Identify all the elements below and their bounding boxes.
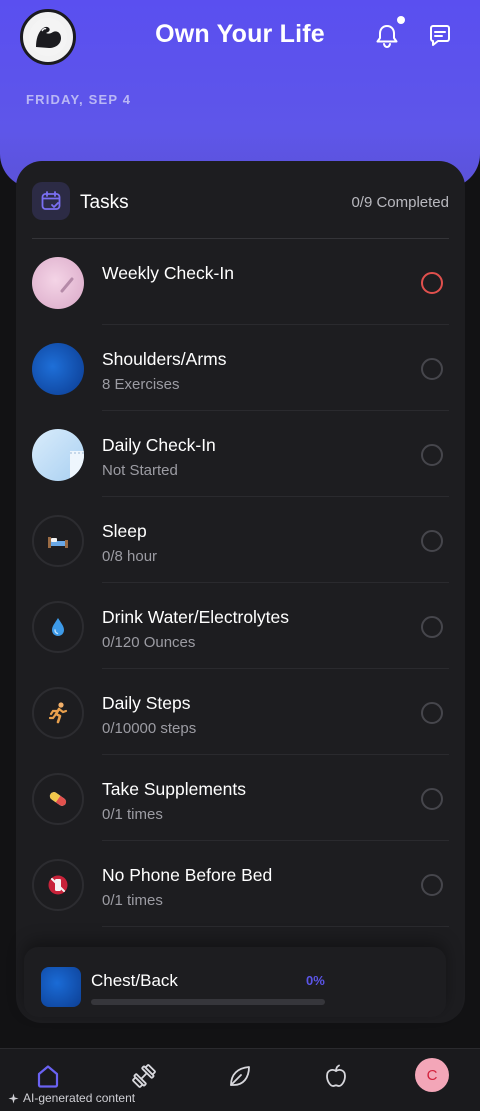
app-title: Own Your Life — [155, 20, 325, 48]
task-name: Weekly Check-In — [102, 263, 234, 283]
workout-photo — [32, 343, 84, 395]
workout-thumbnail — [41, 967, 81, 1007]
task-item-shoulders-arms[interactable]: Shoulders/Arms 8 Exercises — [32, 325, 449, 411]
task-checkbox[interactable] — [421, 530, 443, 552]
task-status: Not Started — [102, 462, 178, 479]
bed-icon — [32, 515, 84, 567]
no-phone-icon — [32, 859, 84, 911]
task-item-daily-check-in[interactable]: Daily Check-In Not Started — [32, 411, 449, 497]
completed-count: 0/9 Completed — [351, 194, 449, 211]
nav-profile-avatar[interactable]: C — [415, 1058, 449, 1092]
task-name: No Phone Before Bed — [102, 865, 273, 885]
nav-habits[interactable] — [223, 1059, 257, 1093]
notification-dot — [397, 16, 405, 24]
apple-icon — [326, 1064, 346, 1087]
task-status: 0/1 times — [102, 892, 163, 909]
water-drop-icon — [32, 601, 84, 653]
task-item-no-phone-before-bed[interactable]: No Phone Before Bed 0/1 times — [32, 841, 449, 927]
task-item-weekly-check-in[interactable]: Weekly Check-In — [32, 239, 449, 325]
task-status: 0/1 times — [102, 806, 163, 823]
task-name: Take Supplements — [102, 779, 246, 799]
weekly-checkin-photo — [32, 257, 84, 309]
task-item-sleep[interactable]: Sleep 0/8 hour — [32, 497, 449, 583]
leaf-icon — [230, 1066, 250, 1086]
task-status: 0/8 hour — [102, 548, 158, 565]
task-item-daily-steps[interactable]: Daily Steps 0/10000 steps — [32, 669, 449, 755]
task-name: Sleep — [102, 521, 147, 541]
task-checkbox[interactable] — [421, 358, 443, 380]
task-name: Drink Water/Electrolytes — [102, 607, 290, 627]
tasks-card: Tasks 0/9 Completed Weekly Check-In Shou… — [16, 161, 465, 1023]
workout-percent: 0% — [306, 973, 325, 988]
task-checkbox[interactable] — [421, 616, 443, 638]
task-item-drink-water[interactable]: Drink Water/Electrolytes 0/120 Ounces — [32, 583, 449, 669]
ai-generated-text: AI-generated content — [23, 1091, 136, 1105]
task-checkbox[interactable] — [421, 444, 443, 466]
bell-icon[interactable] — [373, 22, 401, 50]
nav-workouts[interactable] — [127, 1059, 161, 1093]
ai-generated-label: AI-generated content — [8, 1091, 135, 1105]
task-name: Daily Steps — [102, 693, 191, 713]
current-workout-bar[interactable]: Chest/Back 0% — [24, 947, 446, 1017]
daily-checkin-photo — [32, 429, 84, 481]
tasks-header: Tasks 0/9 Completed — [16, 161, 465, 239]
home-icon — [37, 1065, 59, 1088]
tasks-title: Tasks — [80, 192, 129, 213]
task-status: 8 Exercises — [102, 376, 180, 393]
task-status: 0/10000 steps — [102, 720, 197, 737]
workout-title: Chest/Back — [91, 971, 178, 990]
task-status: 0/120 Ounces — [102, 634, 196, 651]
nav-home[interactable] — [31, 1059, 65, 1093]
task-name: Shoulders/Arms — [102, 349, 227, 369]
current-date: FRIDAY, SEP 4 — [26, 92, 132, 107]
task-checkbox[interactable] — [421, 788, 443, 810]
calendar-check-icon — [32, 182, 70, 220]
task-checkbox[interactable] — [421, 272, 443, 294]
dumbbell-icon — [132, 1064, 156, 1088]
task-item-take-supplements[interactable]: Take Supplements 0/1 times — [32, 755, 449, 841]
divider — [102, 926, 449, 927]
task-checkbox[interactable] — [421, 702, 443, 724]
pill-icon — [32, 773, 84, 825]
task-checkbox[interactable] — [421, 874, 443, 896]
task-name: Daily Check-In — [102, 435, 216, 455]
chat-icon[interactable] — [426, 22, 454, 50]
nav-nutrition[interactable] — [319, 1059, 353, 1093]
running-person-icon — [32, 687, 84, 739]
sparkle-icon — [8, 1092, 19, 1104]
workout-progress-track — [91, 999, 325, 1005]
